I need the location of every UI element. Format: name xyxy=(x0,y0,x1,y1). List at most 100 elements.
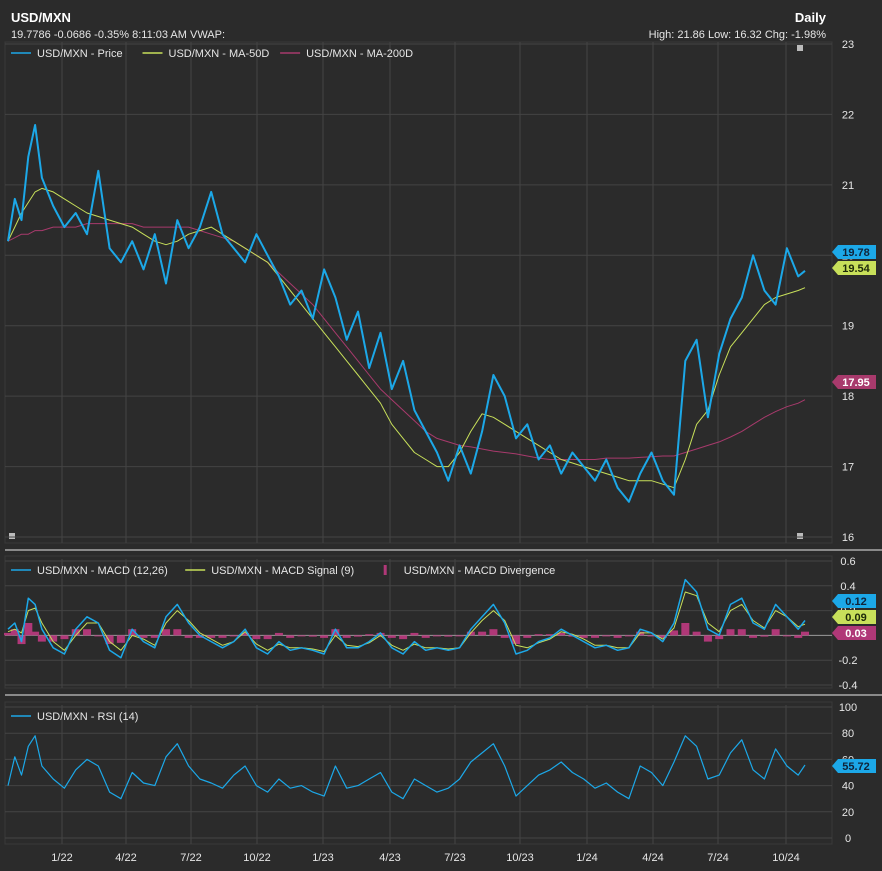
y-tick-label: 23 xyxy=(842,39,854,51)
value-badge-label: 55.72 xyxy=(842,761,870,773)
macd-divergence-bar xyxy=(274,632,283,636)
macd-divergence-bar xyxy=(760,635,769,637)
y-tick-label: -0.2 xyxy=(839,655,858,667)
x-tick-label: 7/22 xyxy=(180,852,201,864)
macd-divergence-bar xyxy=(83,629,92,636)
y-tick-label: 19 xyxy=(842,321,854,333)
y-tick-label: 22 xyxy=(842,109,854,121)
y-tick-label: 80 xyxy=(842,728,854,740)
legend-label: USD/MXN - MACD (12,26) xyxy=(37,565,168,577)
macd-divergence-bar xyxy=(365,634,374,636)
macd-divergence-bar xyxy=(387,635,396,638)
legend-label: USD/MXN - MA-50D xyxy=(169,48,270,60)
macd-divergence-bar xyxy=(60,635,69,640)
macd-divergence-bar xyxy=(692,631,701,636)
macd-divergence-bar xyxy=(478,631,487,636)
value-badge-label: 0.09 xyxy=(845,612,866,624)
value-badge-label: 0.12 xyxy=(845,596,866,608)
macd-divergence-bar xyxy=(37,635,46,642)
legend-label: USD/MXN - Price xyxy=(37,48,123,60)
macd-divergence-bar xyxy=(184,635,193,638)
macd-divergence-bar xyxy=(500,635,509,638)
resize-handle[interactable] xyxy=(797,533,803,539)
x-tick-label: 10/22 xyxy=(243,852,271,864)
value-badge-label: 0.03 xyxy=(845,628,866,640)
legend-label: USD/MXN - MA-200D xyxy=(306,48,413,60)
macd-divergence-bar xyxy=(399,635,408,640)
macd-divergence-bar xyxy=(591,635,600,638)
quote-line: 19.7786 -0.0686 -0.35% 8:11:03 AM VWAP: xyxy=(11,29,225,41)
value-badge-label: 19.54 xyxy=(842,263,870,275)
x-tick-label: 1/23 xyxy=(312,852,333,864)
macd-divergence-bar xyxy=(613,635,622,638)
resize-handle[interactable] xyxy=(9,533,15,539)
macd-divergence-bar xyxy=(489,629,498,636)
macd-divergence-bar xyxy=(726,629,735,636)
macd-divergence-bar xyxy=(737,629,746,636)
macd-divergence-bar xyxy=(602,635,611,637)
macd-divergence-bar xyxy=(308,635,317,637)
macd-divergence-bar xyxy=(150,635,159,638)
y-tick-label: 18 xyxy=(842,391,854,403)
macd-divergence-bar xyxy=(173,629,182,636)
macd-divergence-bar xyxy=(703,635,712,642)
x-tick-label: 7/23 xyxy=(444,852,465,864)
macd-divergence-bar xyxy=(116,635,125,643)
macd-divergence-bar xyxy=(162,629,171,636)
macd-divergence-bar xyxy=(410,632,419,636)
frequency-label[interactable]: Daily xyxy=(795,10,827,25)
value-badge-label: 17.95 xyxy=(842,377,870,389)
x-tick-label: 1/24 xyxy=(576,852,597,864)
macd-divergence-bar xyxy=(229,635,238,637)
y-tick-label: 21 xyxy=(842,180,854,192)
macd-divergence-bar xyxy=(342,635,351,638)
x-tick-label: 4/22 xyxy=(115,852,136,864)
macd-divergence-bar xyxy=(297,635,306,637)
y-tick-label: 17 xyxy=(842,462,854,474)
macd-divergence-bar xyxy=(534,634,543,636)
y-tick-label: 40 xyxy=(842,781,854,793)
resize-handle[interactable] xyxy=(797,45,803,51)
x-tick-label: 4/24 xyxy=(642,852,663,864)
y-tick-label: 16 xyxy=(842,532,854,544)
macd-divergence-bar xyxy=(286,635,295,638)
y-tick-label: 0 xyxy=(845,833,851,845)
x-tick-label: 10/23 xyxy=(506,852,534,864)
legend-label: USD/MXN - MACD Divergence xyxy=(404,565,556,577)
macd-divergence-bar xyxy=(681,623,690,636)
macd-divergence-bar xyxy=(749,635,758,638)
legend-label: USD/MXN - RSI (14) xyxy=(37,711,138,723)
y-tick-label: 20 xyxy=(842,807,854,819)
macd-divergence-bar xyxy=(455,635,464,637)
macd-divergence-bar xyxy=(252,635,261,640)
chart-canvas: USD/MXN Daily 19.7786 -0.0686 -0.35% 8:1… xyxy=(0,0,882,871)
macd-divergence-bar xyxy=(353,635,362,637)
y-tick-label: -0.4 xyxy=(839,680,858,692)
x-tick-label: 1/22 xyxy=(51,852,72,864)
macd-divergence-bar xyxy=(218,635,227,638)
chart-title: USD/MXN xyxy=(11,10,71,25)
macd-divergence-bar xyxy=(31,631,40,636)
legend-swatch xyxy=(383,565,387,575)
x-tick-label: 7/24 xyxy=(707,852,728,864)
legend-label: USD/MXN - MACD Signal (9) xyxy=(211,565,354,577)
y-tick-label: 100 xyxy=(839,702,857,714)
macd-divergence-bar xyxy=(801,631,809,636)
macd-divergence-bar xyxy=(432,635,441,637)
y-tick-label: 0.4 xyxy=(840,581,855,593)
macd-divergence-bar xyxy=(320,635,329,638)
x-tick-label: 10/24 xyxy=(772,852,800,864)
macd-divergence-bar xyxy=(421,635,430,638)
macd-divergence-bar xyxy=(624,635,633,637)
stats-line: High: 21.86 Low: 16.32 Chg: -1.98% xyxy=(649,29,827,41)
macd-divergence-bar xyxy=(794,635,803,638)
macd-divergence-bar xyxy=(771,629,780,636)
macd-divergence-bar xyxy=(94,635,103,637)
macd-divergence-bar xyxy=(444,635,453,637)
x-tick-label: 4/23 xyxy=(379,852,400,864)
macd-divergence-bar xyxy=(523,635,532,638)
value-badge-label: 19.78 xyxy=(842,247,870,259)
y-tick-label: 0.6 xyxy=(840,556,855,568)
macd-divergence-bar xyxy=(263,635,272,640)
chart-background xyxy=(0,0,882,871)
